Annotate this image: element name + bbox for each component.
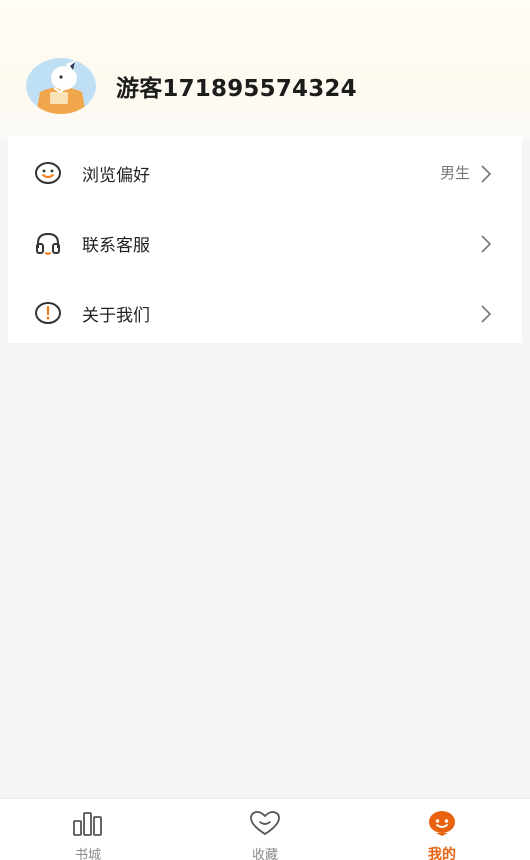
username: 游客171895574324	[116, 76, 357, 102]
avatar[interactable]	[26, 58, 96, 114]
info-icon	[35, 302, 61, 324]
smile-icon	[35, 162, 61, 184]
menu-item-about-us[interactable]: 关于我们	[8, 288, 522, 338]
profile-header: 游客171895574324	[0, 0, 530, 140]
chevron-right-icon	[481, 305, 492, 323]
tab-label: 书城	[74, 848, 101, 860]
preference-value: 男生	[439, 164, 470, 182]
tab-label: 收藏	[251, 848, 278, 860]
tab-bookstore[interactable]: 书城	[0, 799, 176, 860]
tab-favorites[interactable]: 收藏	[177, 799, 353, 860]
tab-mine[interactable]: 我的	[354, 799, 530, 860]
menu-item-browse-preference[interactable]: 浏览偏好 男生	[8, 148, 522, 198]
chevron-right-icon	[481, 165, 492, 183]
menu-item-label: 浏览偏好	[82, 166, 150, 186]
heart-icon	[250, 811, 280, 836]
headset-icon	[36, 232, 60, 255]
menu-item-label: 关于我们	[82, 306, 150, 326]
profile-block[interactable]: 游客171895574324	[26, 58, 357, 114]
settings-menu: 浏览偏好 男生 联系客服 关于我们	[8, 136, 522, 343]
menu-item-label: 联系客服	[82, 236, 150, 256]
profile-face-icon	[429, 811, 455, 836]
tab-label: 我的	[428, 847, 456, 860]
bottom-tab-bar: 书城 收藏 我的	[0, 798, 530, 860]
menu-item-contact-support[interactable]: 联系客服	[8, 218, 522, 268]
bookstore-icon	[73, 812, 102, 836]
chevron-right-icon	[481, 235, 492, 253]
